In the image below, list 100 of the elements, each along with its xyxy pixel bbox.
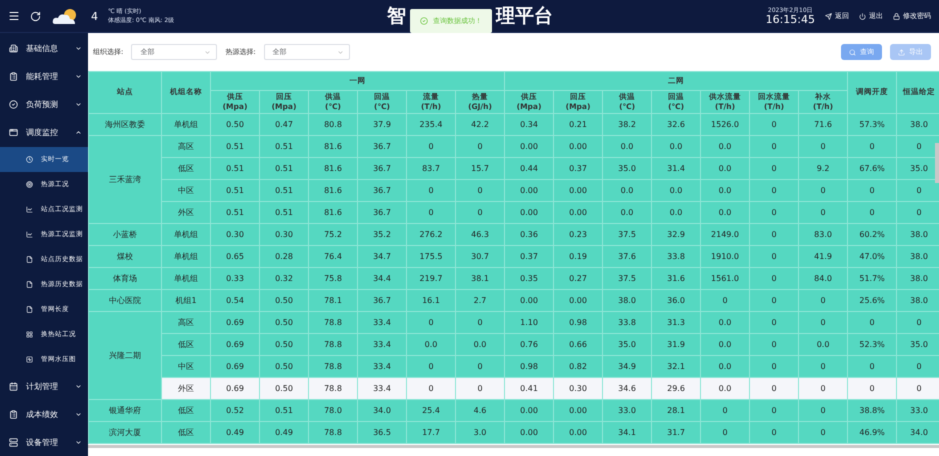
- table-cell: 0.0: [652, 180, 701, 202]
- table-cell: 36.7: [358, 136, 406, 158]
- table-cell: 2149.0: [700, 224, 750, 246]
- table-cell: 31.3: [652, 312, 701, 334]
- table-cell: 0.69: [210, 378, 260, 400]
- table-cell: 35.0: [602, 158, 652, 180]
- sidebar-label: 计划管理: [26, 380, 59, 392]
- table-cell: 0.30: [554, 378, 603, 400]
- table-cell: 0: [798, 312, 848, 334]
- table-cell: 0: [798, 400, 848, 422]
- server-icon: [9, 438, 18, 447]
- table-cell: 34.4: [358, 268, 406, 290]
- sidebar-item[interactable]: 成本绩效: [0, 400, 88, 428]
- table-cell: 0.0: [652, 202, 701, 224]
- table-cell: 33.4: [358, 356, 406, 378]
- table-cell: 0: [750, 400, 799, 422]
- unit-cell: 低区: [162, 400, 210, 422]
- table-cell: 0: [406, 312, 456, 334]
- table-cell: 0: [750, 246, 799, 268]
- table-cell: 0.0: [652, 136, 701, 158]
- table-cell: 83.0: [798, 224, 848, 246]
- table-cell: 37.6: [602, 246, 652, 268]
- table-cell: 0.00: [504, 136, 554, 158]
- table-cell: 42.2: [456, 114, 505, 136]
- sidebar-item[interactable]: 设备管理: [0, 428, 88, 456]
- table-cell: 0.00: [504, 202, 554, 224]
- chevron-down-icon: [75, 410, 82, 418]
- table-cell: 0.37: [504, 246, 554, 268]
- station-cell: 体育场: [88, 268, 162, 290]
- table-cell: 0.51: [210, 158, 260, 180]
- table-cell: 0.69: [210, 334, 260, 356]
- table-cell: 0: [750, 158, 799, 180]
- unit-cell: 低区: [162, 422, 210, 444]
- table-cell: 33.0: [896, 400, 939, 422]
- table-cell: 0: [750, 224, 799, 246]
- menu-icon[interactable]: [8, 10, 20, 22]
- table-cell: 0: [848, 312, 897, 334]
- chart-icon: [26, 230, 33, 238]
- table-cell: 0.0: [700, 378, 750, 400]
- table-cell: 37.9: [358, 114, 406, 136]
- check-circle-icon: [420, 17, 428, 25]
- table-cell: 37.5: [602, 268, 652, 290]
- table-cell: 25.6%: [848, 290, 897, 312]
- table-cell: 3.0: [456, 422, 505, 444]
- upload-icon: [898, 48, 905, 56]
- table-cell: 276.2: [406, 224, 456, 246]
- table-cell: 81.6: [308, 136, 358, 158]
- table-cell: 33.0: [602, 400, 652, 422]
- table-cell: 0: [750, 202, 799, 224]
- table-cell: 78.0: [308, 400, 358, 422]
- table-cell: 37.5: [602, 224, 652, 246]
- sidebar-label: 基础信息: [26, 43, 59, 54]
- table-cell: 0: [798, 356, 848, 378]
- unit-cell: 机组1: [162, 290, 210, 312]
- table-cell: 29.6: [652, 378, 701, 400]
- table-cell: 0.69: [210, 312, 260, 334]
- table-cell: 0.34: [504, 114, 554, 136]
- table-cell: 0.0: [700, 334, 750, 356]
- table-cell: 0: [750, 356, 799, 378]
- unit-cell: 高区: [162, 136, 210, 158]
- chevron-down-icon: [75, 382, 82, 390]
- table-cell: 0.0: [602, 136, 652, 158]
- table-cell: 0.50: [260, 290, 308, 312]
- table-cell: 36.5: [358, 422, 406, 444]
- table-cell: 31.4: [652, 158, 701, 180]
- table-cell: 0: [750, 180, 799, 202]
- sidebar-item[interactable]: 负荷预测: [0, 90, 88, 119]
- table-cell: 78.8: [308, 356, 358, 378]
- sidebar-item[interactable]: 计划管理: [0, 372, 88, 400]
- table-cell: 0: [406, 356, 456, 378]
- table-cell: 0.0: [700, 136, 750, 158]
- sidebar-item[interactable]: 调度监控: [0, 118, 88, 147]
- table-cell: 36.0: [652, 290, 701, 312]
- table-cell: 0.00: [554, 290, 603, 312]
- table-cell: 15.7: [456, 158, 505, 180]
- table-cell: 0: [750, 114, 799, 136]
- table-cell: 76.4: [308, 246, 358, 268]
- sidebar-item[interactable]: 基础信息: [0, 35, 88, 63]
- table-cell: 33.8: [602, 312, 652, 334]
- sidebar-label: 成本绩效: [26, 408, 59, 420]
- table-cell: 0.98: [554, 312, 603, 334]
- table-cell: 31.7: [652, 422, 701, 444]
- table-cell: 0.51: [210, 180, 260, 202]
- table-cell: 33.4: [358, 312, 406, 334]
- sidebar-item[interactable]: 能耗管理: [0, 62, 88, 91]
- table-cell: 38.0: [602, 290, 652, 312]
- table-cell: 0.54: [210, 290, 260, 312]
- table-cell: 0: [406, 136, 456, 158]
- station-cell: 滨河大厦: [88, 422, 162, 444]
- table-cell: 83.7: [406, 158, 456, 180]
- station-cell: 海州区教委: [88, 114, 162, 136]
- table-cell: 0.50: [260, 312, 308, 334]
- table-cell: 36.7: [358, 290, 406, 312]
- table-cell: 0.0: [700, 356, 750, 378]
- table-cell: 75.8: [308, 268, 358, 290]
- chevron-down-icon: [75, 73, 82, 80]
- table-cell: 0.82: [554, 356, 603, 378]
- sidebar-label: 负荷预测: [26, 99, 59, 110]
- table-cell: 0.28: [260, 246, 308, 268]
- refresh-icon[interactable]: [30, 10, 41, 22]
